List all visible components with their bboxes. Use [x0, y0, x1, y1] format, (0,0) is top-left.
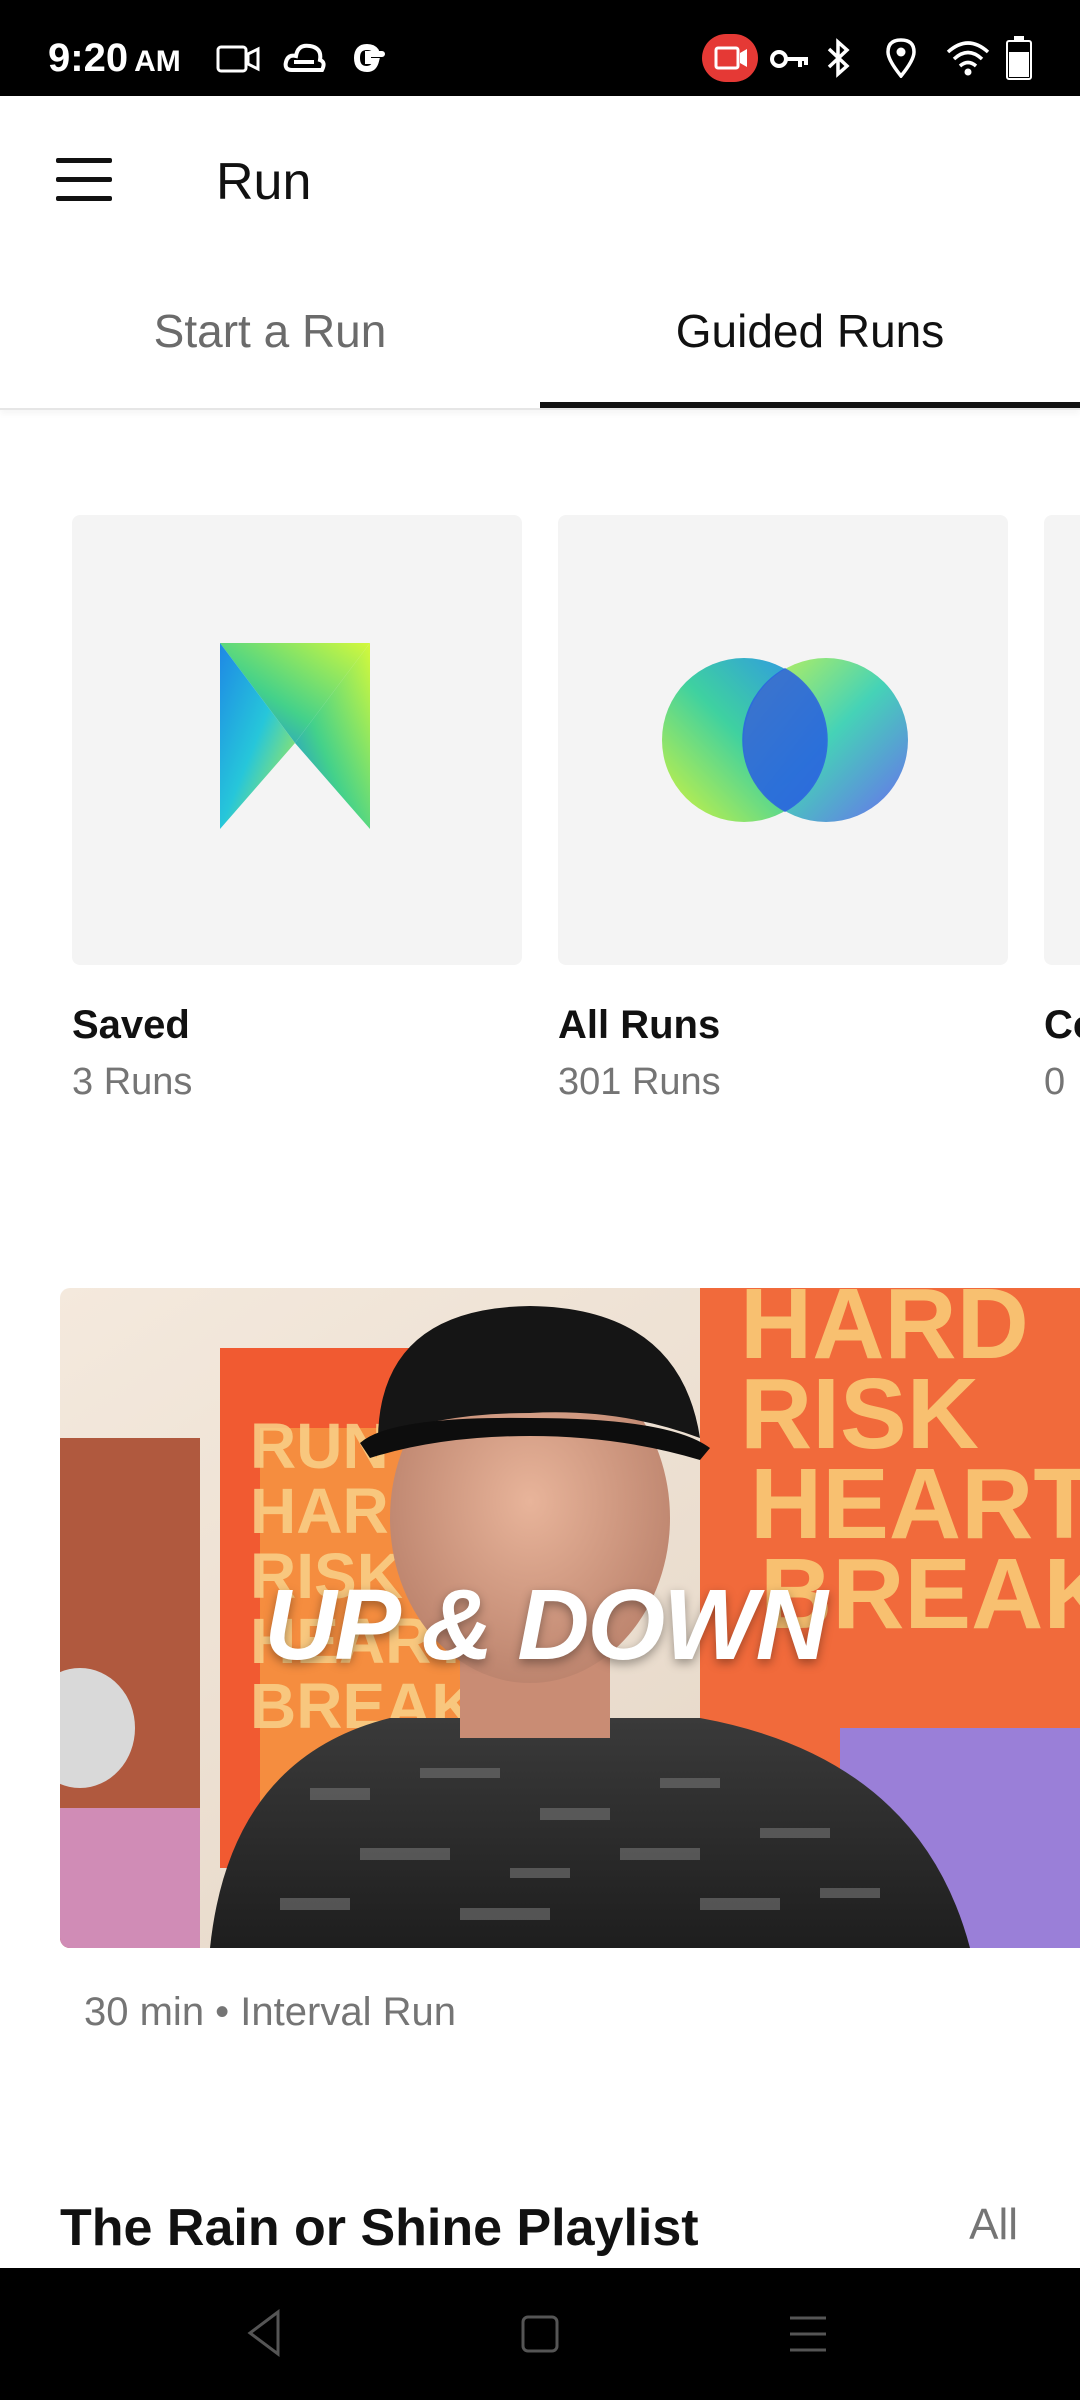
back-triangle-icon[interactable] [244, 2308, 284, 2358]
app-bar: Run [0, 96, 1080, 266]
wifi-icon [946, 41, 990, 76]
status-bar: 9:20 AM [0, 0, 1080, 96]
video-icon [216, 45, 260, 73]
see-all-link[interactable]: All [969, 2200, 1018, 2250]
collection-title: Co [1044, 1003, 1080, 1047]
tab-bar: Start a Run Guided Runs [0, 266, 1080, 410]
system-navigation-bar [0, 2268, 1080, 2400]
collection-thumb [1044, 515, 1080, 965]
location-icon [886, 38, 916, 78]
featured-run-card[interactable]: RUN HARD RISK HEART BREAK HARD RISK HEAR… [60, 1288, 1080, 1948]
page-title: Run [216, 153, 312, 211]
collection-card-all-runs[interactable]: All Runs 301 Runs [558, 515, 1008, 1103]
screen-record-icon [702, 34, 758, 82]
collection-count: 301 Runs [558, 1061, 721, 1103]
collection-title: All Runs [558, 1003, 721, 1047]
bluetooth-icon [827, 38, 850, 78]
hamburger-line [56, 177, 112, 182]
collection-card-saved[interactable]: Saved 3 Runs [72, 515, 522, 1103]
featured-run-title: UP & DOWN [264, 1569, 828, 1681]
featured-run-meta: 30 min • Interval Run [84, 1990, 456, 2034]
collection-card-partial[interactable]: Co 0 [1044, 515, 1080, 1103]
recents-lines-icon[interactable] [788, 2314, 828, 2354]
cloud-icon [283, 43, 326, 72]
battery-icon [1006, 36, 1032, 80]
key-icon [770, 50, 808, 68]
collections-carousel[interactable]: Saved 3 Runs All Runs 301 Runs C 0 [0, 515, 1080, 1135]
hamburger-line [56, 196, 112, 201]
collection-title: Saved [72, 1003, 190, 1047]
tab-start-a-run[interactable]: Start a Run [0, 266, 540, 408]
status-time-ampm: AM [134, 45, 181, 78]
overlapping-circles-icon [662, 658, 908, 822]
bookmark-logo-icon [220, 643, 370, 829]
google-icon [353, 43, 385, 73]
hamburger-menu-icon [56, 158, 112, 163]
status-time: 9:20 AM [48, 36, 181, 81]
home-square-icon[interactable] [520, 2314, 560, 2354]
section-title: The Rain or Shine Playlist [60, 2199, 699, 2257]
status-time-value: 9:20 [48, 36, 129, 80]
hamburger-menu-button[interactable] [48, 148, 120, 220]
collection-count: 0 [1044, 1061, 1066, 1103]
collection-count: 3 Runs [72, 1061, 193, 1103]
collection-thumb [72, 515, 522, 965]
tab-guided-runs[interactable]: Guided Runs [540, 266, 1080, 408]
collection-thumb [558, 515, 1008, 965]
